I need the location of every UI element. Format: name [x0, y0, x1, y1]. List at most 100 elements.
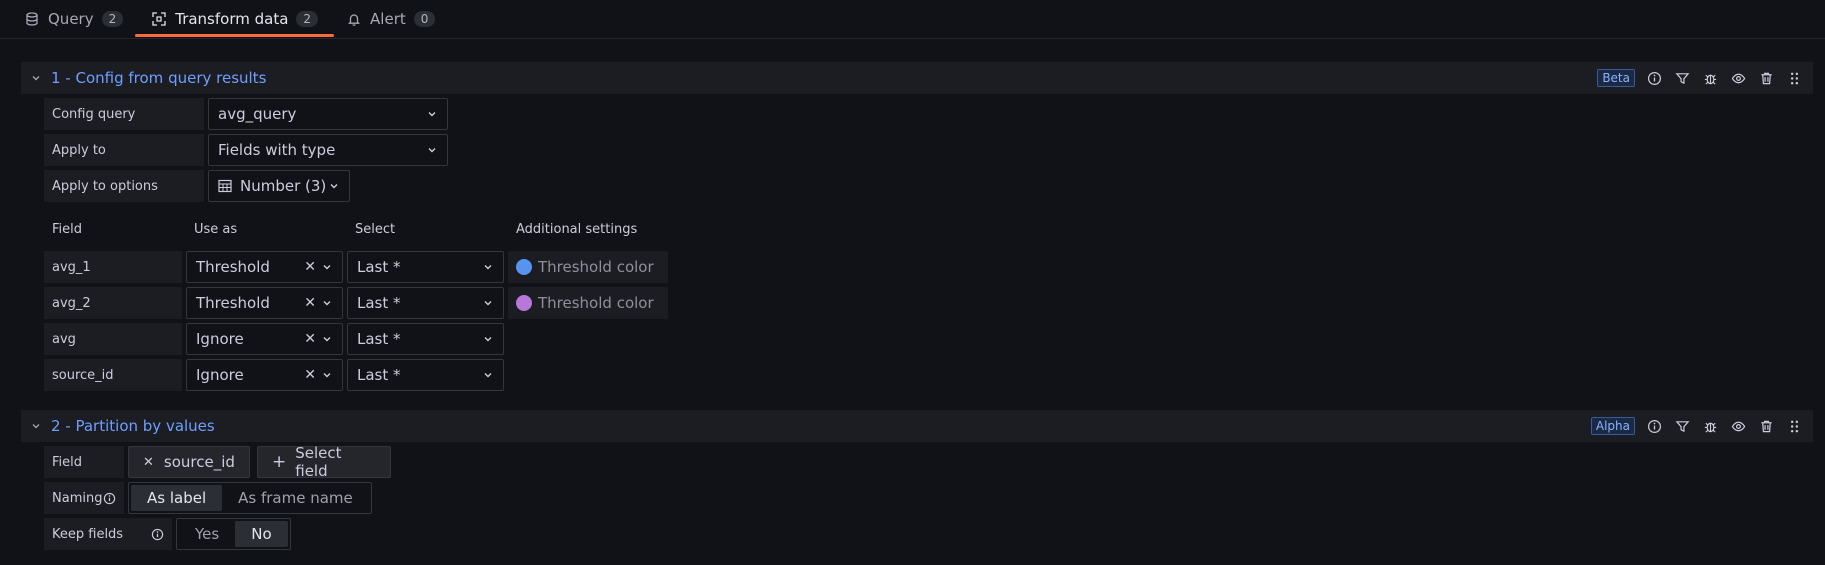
keep-fields-label: Keep fields — [44, 518, 172, 550]
chevron-down-icon — [322, 298, 332, 308]
tab-count: 2 — [101, 11, 124, 27]
keep-fields-label-text: Keep fields — [52, 526, 124, 542]
threshold-color-label: Threshold color — [538, 294, 654, 312]
threshold-color-picker[interactable]: Threshold color — [508, 287, 668, 319]
select-value: Last * — [357, 258, 401, 276]
color-swatch[interactable] — [516, 295, 532, 311]
chevron-down-icon — [483, 370, 493, 380]
transform-icon — [151, 11, 167, 27]
tab-count: 2 — [296, 11, 319, 27]
apply-to-value: Fields with type — [218, 141, 336, 159]
chevron-down-icon — [483, 298, 493, 308]
use-as-value: Threshold — [196, 258, 270, 276]
bug-icon[interactable] — [1701, 417, 1719, 435]
clear-icon[interactable]: ✕ — [304, 295, 316, 311]
tab-label: Alert — [370, 10, 406, 28]
clear-icon[interactable]: ✕ — [304, 367, 316, 383]
info-icon[interactable] — [1645, 417, 1663, 435]
column-header-use-as: Use as — [194, 222, 238, 237]
naming-radio-group: As label As frame name — [128, 482, 372, 514]
select-reducer-select[interactable]: Last * — [347, 287, 504, 319]
apply-to-options-select[interactable]: Number (3) — [208, 170, 350, 202]
apply-to-options-label: Apply to options — [44, 170, 204, 202]
use-as-value: Ignore — [196, 366, 244, 384]
select-value: Last * — [357, 330, 401, 348]
tab-label: Query — [48, 10, 94, 28]
clear-icon[interactable]: ✕ — [304, 331, 316, 347]
info-icon[interactable] — [151, 528, 164, 541]
use-as-select[interactable]: Threshold ✕ — [186, 287, 343, 319]
transformation-header-config-from-query-results[interactable]: 1 - Config from query results Beta — [21, 62, 1813, 94]
chevron-down-icon — [329, 181, 339, 191]
field-chip-label: source_id — [163, 453, 235, 471]
naming-option-as-frame-name[interactable]: As frame name — [222, 485, 369, 511]
chevron-down-icon — [322, 334, 332, 344]
field-name: source_id — [44, 359, 182, 391]
select-reducer-select[interactable]: Last * — [347, 359, 504, 391]
select-field-label: Select field — [295, 444, 342, 480]
field-label: Field — [44, 446, 124, 478]
chevron-down-icon — [322, 262, 332, 272]
chevron-down-icon — [427, 109, 437, 119]
beta-badge: Beta — [1597, 69, 1635, 87]
field-name: avg — [44, 323, 182, 355]
chevron-down-icon — [322, 370, 332, 380]
remove-icon[interactable]: ✕ — [143, 455, 154, 470]
naming-label-text: Naming — [52, 490, 103, 506]
select-reducer-select[interactable]: Last * — [347, 323, 504, 355]
select-field-button[interactable]: + Select field — [257, 444, 391, 480]
tab-transform-data[interactable]: Transform data 2 — [135, 0, 334, 39]
bug-icon[interactable] — [1701, 69, 1719, 87]
apply-to-options-value: Number (3) — [240, 177, 327, 195]
use-as-select[interactable]: Threshold ✕ — [186, 251, 343, 283]
use-as-value: Threshold — [196, 294, 270, 312]
eye-icon[interactable] — [1729, 417, 1747, 435]
chevron-down-icon[interactable] — [21, 73, 51, 83]
trash-icon[interactable] — [1757, 69, 1775, 87]
filter-icon[interactable] — [1673, 69, 1691, 87]
clear-icon[interactable]: ✕ — [304, 259, 316, 275]
keep-fields-option-no[interactable]: No — [235, 521, 288, 547]
alpha-badge: Alpha — [1590, 417, 1635, 435]
info-icon[interactable] — [1645, 69, 1663, 87]
tab-label: Transform data — [175, 10, 289, 28]
config-query-value: avg_query — [218, 105, 297, 123]
config-query-label: Config query — [44, 98, 204, 130]
color-swatch[interactable] — [516, 259, 532, 275]
select-value: Last * — [357, 366, 401, 384]
transformation-title: 1 - Config from query results — [51, 69, 267, 87]
column-header-select: Select — [355, 222, 396, 237]
use-as-select[interactable]: Ignore ✕ — [186, 323, 343, 355]
naming-label: Naming — [44, 482, 124, 514]
drag-handle-icon[interactable] — [1785, 417, 1803, 435]
tab-bar: Query 2 Transform data 2 Alert 0 — [0, 0, 1825, 39]
drag-handle-icon[interactable] — [1785, 69, 1803, 87]
table-icon — [218, 179, 232, 193]
keep-fields-option-yes[interactable]: Yes — [179, 521, 235, 547]
threshold-color-picker[interactable]: Threshold color — [508, 251, 668, 283]
info-icon[interactable] — [103, 492, 116, 505]
chevron-down-icon — [483, 262, 493, 272]
field-name: avg_2 — [44, 287, 182, 319]
database-icon — [24, 11, 40, 27]
plus-icon: + — [272, 451, 287, 472]
filter-icon[interactable] — [1673, 417, 1691, 435]
apply-to-select[interactable]: Fields with type — [208, 134, 448, 166]
transformation-header-partition-by-values[interactable]: 2 - Partition by values Alpha — [21, 410, 1813, 442]
eye-icon[interactable] — [1729, 69, 1747, 87]
field-chip-source-id[interactable]: ✕ source_id — [128, 446, 250, 478]
select-value: Last * — [357, 294, 401, 312]
tab-query[interactable]: Query 2 — [24, 0, 124, 39]
select-reducer-select[interactable]: Last * — [347, 251, 504, 283]
chevron-down-icon — [427, 145, 437, 155]
column-header-additional-settings: Additional settings — [516, 222, 638, 237]
use-as-select[interactable]: Ignore ✕ — [186, 359, 343, 391]
transformation-title: 2 - Partition by values — [51, 417, 215, 435]
chevron-down-icon[interactable] — [21, 421, 51, 431]
column-header-field: Field — [52, 222, 83, 237]
naming-option-as-label[interactable]: As label — [131, 485, 223, 511]
tab-alert[interactable]: Alert 0 — [346, 0, 436, 39]
use-as-value: Ignore — [196, 330, 244, 348]
config-query-select[interactable]: avg_query — [208, 98, 448, 130]
trash-icon[interactable] — [1757, 417, 1775, 435]
